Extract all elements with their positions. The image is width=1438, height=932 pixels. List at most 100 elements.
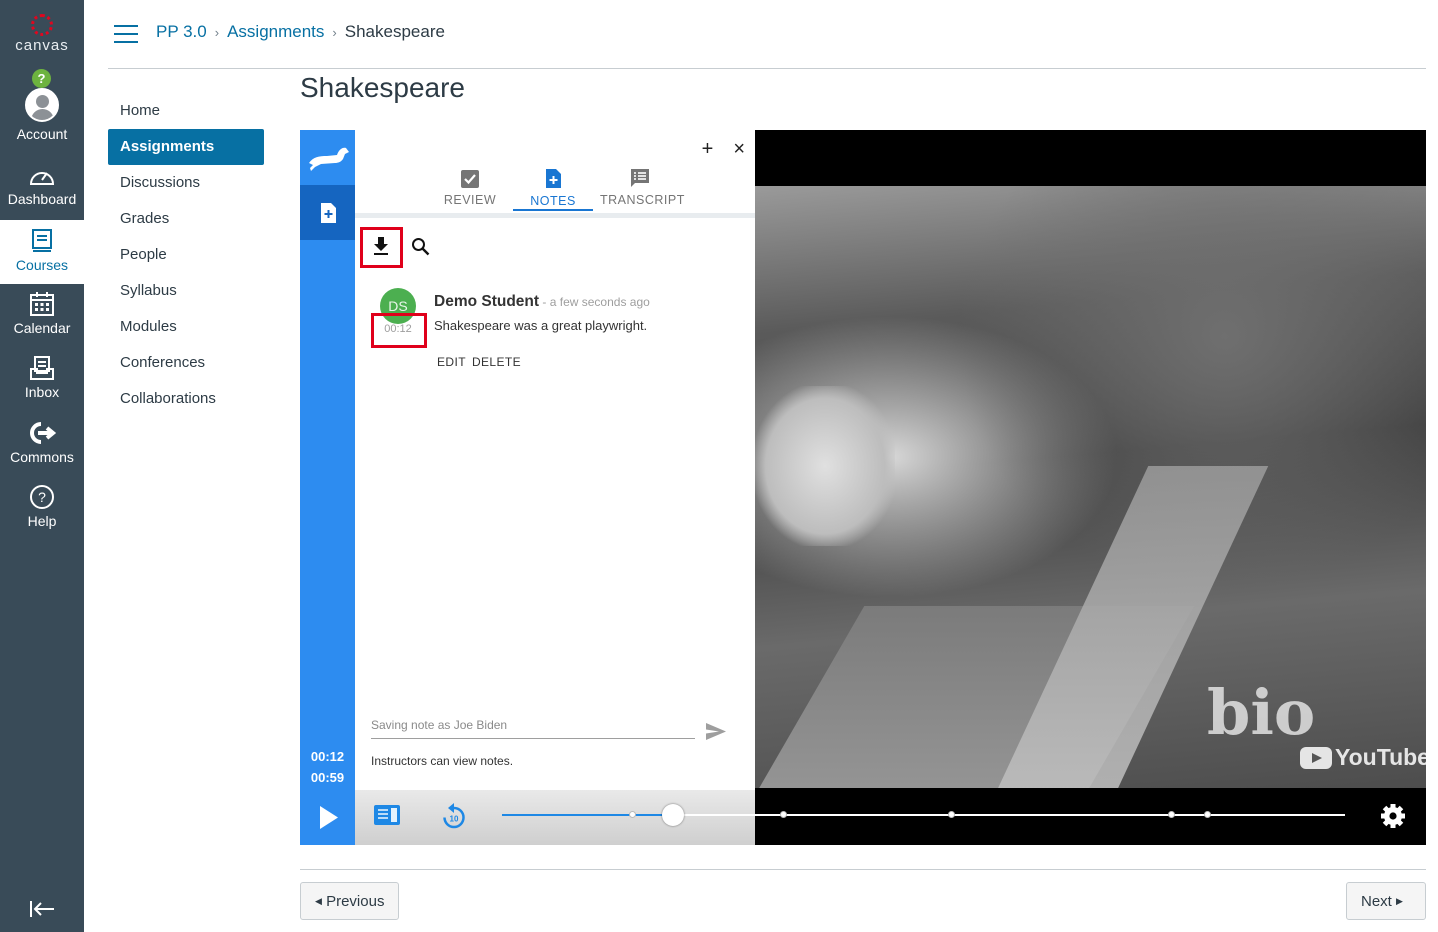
gear-icon <box>1381 804 1405 828</box>
collapse-nav-button[interactable] <box>28 899 56 924</box>
add-panel-button[interactable]: + <box>702 138 714 160</box>
note-add-icon <box>546 169 561 188</box>
header-divider <box>108 68 1426 69</box>
replay-10-icon: 10 <box>443 803 465 829</box>
course-nav-home[interactable]: Home <box>108 93 264 129</box>
user-avatar-icon <box>25 88 59 122</box>
notes-list-icon <box>374 805 400 825</box>
video-frame[interactable]: bio YouTube <box>755 186 1426 788</box>
breadcrumb-course[interactable]: PP 3.0 <box>156 22 207 41</box>
note-author: Demo Student <box>434 293 540 310</box>
gnav-inbox[interactable]: Inbox <box>0 355 84 400</box>
gnav-dashboard-label: Dashboard <box>7 191 77 207</box>
download-notes-button[interactable] <box>372 236 390 261</box>
course-nav-discussions[interactable]: Discussions <box>108 165 264 201</box>
gnav-calendar[interactable]: Calendar <box>0 291 84 336</box>
seek-marker[interactable] <box>1167 811 1175 818</box>
note-input[interactable]: Saving note as Joe Biden <box>371 718 695 739</box>
canvas-logo-text: canvas <box>15 37 69 54</box>
gnav-dashboard[interactable]: Dashboard <box>0 164 84 207</box>
tab-notes[interactable]: NOTES <box>513 168 593 211</box>
hamburger-line <box>114 41 138 43</box>
calendar-icon <box>30 292 54 316</box>
breadcrumb-assignments[interactable]: Assignments <box>227 22 324 41</box>
course-nav-conferences[interactable]: Conferences <box>108 345 264 381</box>
gnav-commons[interactable]: Commons <box>0 420 84 465</box>
breadcrumb: PP 3.0 › Assignments › Shakespeare <box>156 22 445 42</box>
notes-visibility-hint: Instructors can view notes. <box>371 754 514 768</box>
panel-tabs: REVIEW NOTES TRANSCRIPT <box>355 168 755 212</box>
gnav-account-label: Account <box>16 126 68 142</box>
notes-toggle-button[interactable] <box>300 185 355 240</box>
course-nav-grades[interactable]: Grades <box>108 201 264 237</box>
player-side-rail: 00:12 00:59 <box>300 130 355 845</box>
hamburger-line <box>114 33 138 35</box>
breadcrumb-current: Shakespeare <box>344 22 445 41</box>
send-note-button[interactable] <box>705 722 727 746</box>
page-title: Shakespeare <box>300 72 466 103</box>
seek-marker[interactable] <box>1204 811 1212 818</box>
gnav-inbox-label: Inbox <box>24 384 60 400</box>
notes-panel-button[interactable] <box>373 804 401 831</box>
seek-bar[interactable] <box>502 804 1345 826</box>
global-nav: canvas ? Account Dashboard Courses Calen… <box>0 0 84 932</box>
rewind-10-button[interactable]: 10 <box>441 802 467 835</box>
gnav-courses[interactable]: Courses <box>0 220 84 284</box>
play-icon <box>320 806 338 829</box>
current-time: 00:12 <box>310 749 345 764</box>
player-controls: 10 <box>300 790 1426 845</box>
youtube-logo[interactable]: YouTube <box>1300 744 1426 771</box>
course-nav-modules[interactable]: Modules <box>108 309 264 345</box>
note-delete-button[interactable]: DELETE <box>472 355 521 369</box>
panel-top-actions: + × <box>682 138 745 161</box>
tab-transcript[interactable]: TRANSCRIPT <box>600 168 684 207</box>
commons-icon <box>30 422 56 444</box>
chevron-right-icon: › <box>214 25 220 40</box>
dashboard-icon <box>29 172 55 185</box>
gnav-help[interactable]: ? Help <box>0 484 84 529</box>
next-button[interactable]: Next ▶ <box>1346 882 1426 920</box>
caret-right-icon: ▶ <box>1396 896 1403 906</box>
next-label: Next <box>1361 893 1392 910</box>
notes-panel: + × REVIEW NOTES TRANSCRIPT DS 00:12 Dem… <box>355 130 755 790</box>
note-add-icon <box>320 202 336 223</box>
collapse-nav-icon <box>30 901 54 917</box>
search-notes-button[interactable] <box>411 237 430 261</box>
seek-bar-progress <box>502 814 674 816</box>
video-scene-river <box>755 386 895 546</box>
course-nav-collaborations[interactable]: Collaborations <box>108 381 264 417</box>
gnav-courses-label: Courses <box>15 257 69 273</box>
course-nav: Home Assignments Discussions Grades Peop… <box>108 93 264 417</box>
dachshund-logo-icon <box>300 130 355 185</box>
close-panel-button[interactable]: × <box>733 138 745 160</box>
note-actions: EDIT DELETE <box>437 355 527 369</box>
note-timestamp[interactable]: 00:12 <box>380 323 416 335</box>
course-nav-assignments[interactable]: Assignments <box>108 129 264 165</box>
tab-review[interactable]: REVIEW <box>430 168 510 207</box>
help-badge: ? <box>32 69 51 88</box>
settings-button[interactable] <box>1380 803 1406 834</box>
course-nav-syllabus[interactable]: Syllabus <box>108 273 264 309</box>
seek-marker[interactable] <box>780 811 788 818</box>
note-edit-button[interactable]: EDIT <box>437 355 466 369</box>
previous-button[interactable]: ◀ Previous <box>300 882 400 920</box>
channel-watermark: bio <box>1207 676 1316 749</box>
previous-label: Previous <box>326 893 385 910</box>
svg-text:10: 10 <box>450 815 459 824</box>
canvas-logo[interactable]: canvas <box>0 14 84 54</box>
chevron-right-icon: › <box>332 25 337 40</box>
transcript-icon <box>631 169 649 187</box>
canvas-logo-icon <box>31 14 53 36</box>
play-button[interactable] <box>300 790 355 845</box>
seek-marker[interactable] <box>947 811 955 818</box>
hamburger-line <box>114 25 138 27</box>
player-times: 00:12 00:59 <box>300 746 355 788</box>
course-nav-people[interactable]: People <box>108 237 264 273</box>
course-menu-toggle[interactable] <box>114 25 138 43</box>
note-text: Shakespeare was a great playwright. <box>434 318 648 333</box>
search-icon <box>412 238 430 256</box>
caret-left-icon: ◀ <box>315 896 322 906</box>
clipboard-check-icon <box>461 170 479 188</box>
gnav-account[interactable]: Account <box>0 88 84 142</box>
svg-text:?: ? <box>38 489 46 505</box>
